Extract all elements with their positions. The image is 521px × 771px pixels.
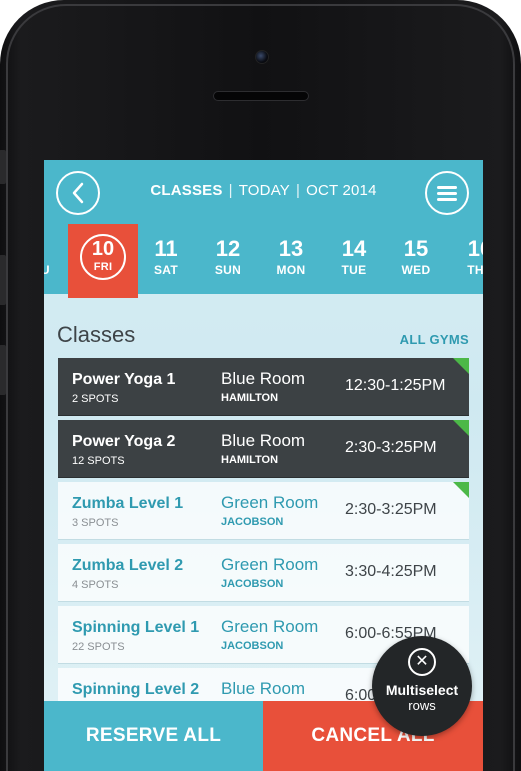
app-screen: CLASSES | TODAY | OCT 2014 7 THU 11 SAT 12 S… <box>44 160 483 771</box>
front-camera <box>255 50 269 64</box>
date-number: 11 <box>154 236 178 261</box>
room-name: Blue Room <box>221 431 306 450</box>
date-weekday: MON <box>276 263 306 277</box>
date-number: 14 <box>341 236 367 261</box>
class-row[interactable]: Zumba Level 1 3 SPOTS Green Room JACOBSO… <box>58 482 469 540</box>
class-name: Zumba Level 1 <box>72 495 184 512</box>
room-name: Green Room <box>221 617 319 636</box>
title-separator: | <box>228 182 233 199</box>
date-item[interactable]: 14 TUE <box>323 224 385 294</box>
class-name: Spinning Level 1 <box>72 619 200 636</box>
class-spots: 22 SPOTS <box>72 641 125 653</box>
date-weekday: TUE <box>341 263 367 277</box>
title-separator: | <box>296 182 301 199</box>
reserved-corner-tag <box>453 482 469 498</box>
gym-name: JACOBSON <box>221 578 284 590</box>
class-name: Zumba Level 2 <box>72 557 184 574</box>
title-classes[interactable]: CLASSES <box>150 182 222 199</box>
gym-name: HAMILTON <box>221 454 279 466</box>
date-number: 7 <box>44 238 68 260</box>
class-row[interactable]: Power Yoga 2 12 SPOTS Blue Room HAMILTON… <box>58 420 469 478</box>
section-title: Classes <box>57 322 136 347</box>
room-name: Green Room <box>221 493 319 512</box>
menu-button[interactable] <box>425 171 469 215</box>
class-time: 3:30-4:25PM <box>345 563 437 580</box>
room-name: Blue Room <box>221 679 306 698</box>
multiselect-label: Multiselect rows <box>372 682 472 714</box>
date-weekday: SAT <box>153 263 178 277</box>
date-number: 13 <box>278 236 304 261</box>
date-number: 16 <box>467 236 483 261</box>
mute-switch <box>0 150 6 184</box>
date-item[interactable]: 7 THU <box>44 224 68 294</box>
date-item-selected-label[interactable]: 10 FRI <box>72 224 134 294</box>
all-gyms-filter[interactable]: ALL GYMS <box>400 332 469 347</box>
multiselect-bubble[interactable]: ✕ Multiselect rows <box>372 636 472 736</box>
date-item[interactable]: 11 SAT <box>135 224 197 294</box>
page-title: CLASSES | TODAY | OCT 2014 <box>44 182 483 199</box>
date-number: 15 <box>403 236 429 261</box>
earpiece-speaker <box>213 91 309 101</box>
date-item[interactable]: 16 THU <box>449 224 483 294</box>
date-weekday: WED <box>401 263 431 277</box>
class-spots: 3 SPOTS <box>72 517 119 529</box>
gym-name: JACOBSON <box>221 640 284 652</box>
phone-frame: CLASSES | TODAY | OCT 2014 7 THU 11 SAT 12 S… <box>0 0 521 771</box>
volume-up-button <box>0 255 6 305</box>
class-spots: 12 SPOTS <box>72 455 125 467</box>
volume-down-button <box>0 345 6 395</box>
gym-name: JACOBSON <box>221 516 284 528</box>
room-name: Green Room <box>221 555 319 574</box>
class-time: 2:30-3:25PM <box>345 439 437 456</box>
class-row[interactable]: Zumba Level 2 4 SPOTS Green Room JACOBSO… <box>58 544 469 602</box>
room-name: Blue Room <box>221 369 306 388</box>
class-spots: 2 SPOTS <box>72 393 119 405</box>
date-weekday: THU <box>467 263 483 277</box>
class-name: Power Yoga 2 <box>72 433 176 450</box>
title-today[interactable]: TODAY <box>239 182 290 199</box>
date-item[interactable]: 12 SUN <box>197 224 259 294</box>
class-row[interactable]: Power Yoga 1 2 SPOTS Blue Room HAMILTON … <box>58 358 469 416</box>
class-name: Spinning Level 2 <box>72 681 200 698</box>
date-weekday: THU <box>44 263 50 277</box>
date-item[interactable]: 13 MON <box>260 224 322 294</box>
hamburger-icon <box>437 185 457 201</box>
date-item[interactable]: 15 WED <box>385 224 447 294</box>
app-header: CLASSES | TODAY | OCT 2014 <box>44 160 483 224</box>
date-weekday: FRI <box>93 261 113 273</box>
class-time: 2:30-3:25PM <box>345 501 437 518</box>
class-spots: 4 SPOTS <box>72 579 119 591</box>
multiselect-label-line2: rows <box>408 698 436 713</box>
reserved-corner-tag <box>453 358 469 374</box>
date-weekday: SUN <box>214 263 242 277</box>
date-number: 12 <box>215 236 241 261</box>
multiselect-label-line1: Multiselect <box>385 682 459 698</box>
date-number: 10 <box>91 238 115 260</box>
class-name: Power Yoga 1 <box>72 371 176 388</box>
gym-name: HAMILTON <box>221 392 279 404</box>
class-time: 12:30-1:25PM <box>345 377 446 394</box>
reserved-corner-tag <box>453 420 469 436</box>
reserve-all-button[interactable]: RESERVE ALL <box>44 701 263 771</box>
title-month[interactable]: OCT 2014 <box>306 182 377 199</box>
close-icon[interactable]: ✕ <box>408 648 436 676</box>
